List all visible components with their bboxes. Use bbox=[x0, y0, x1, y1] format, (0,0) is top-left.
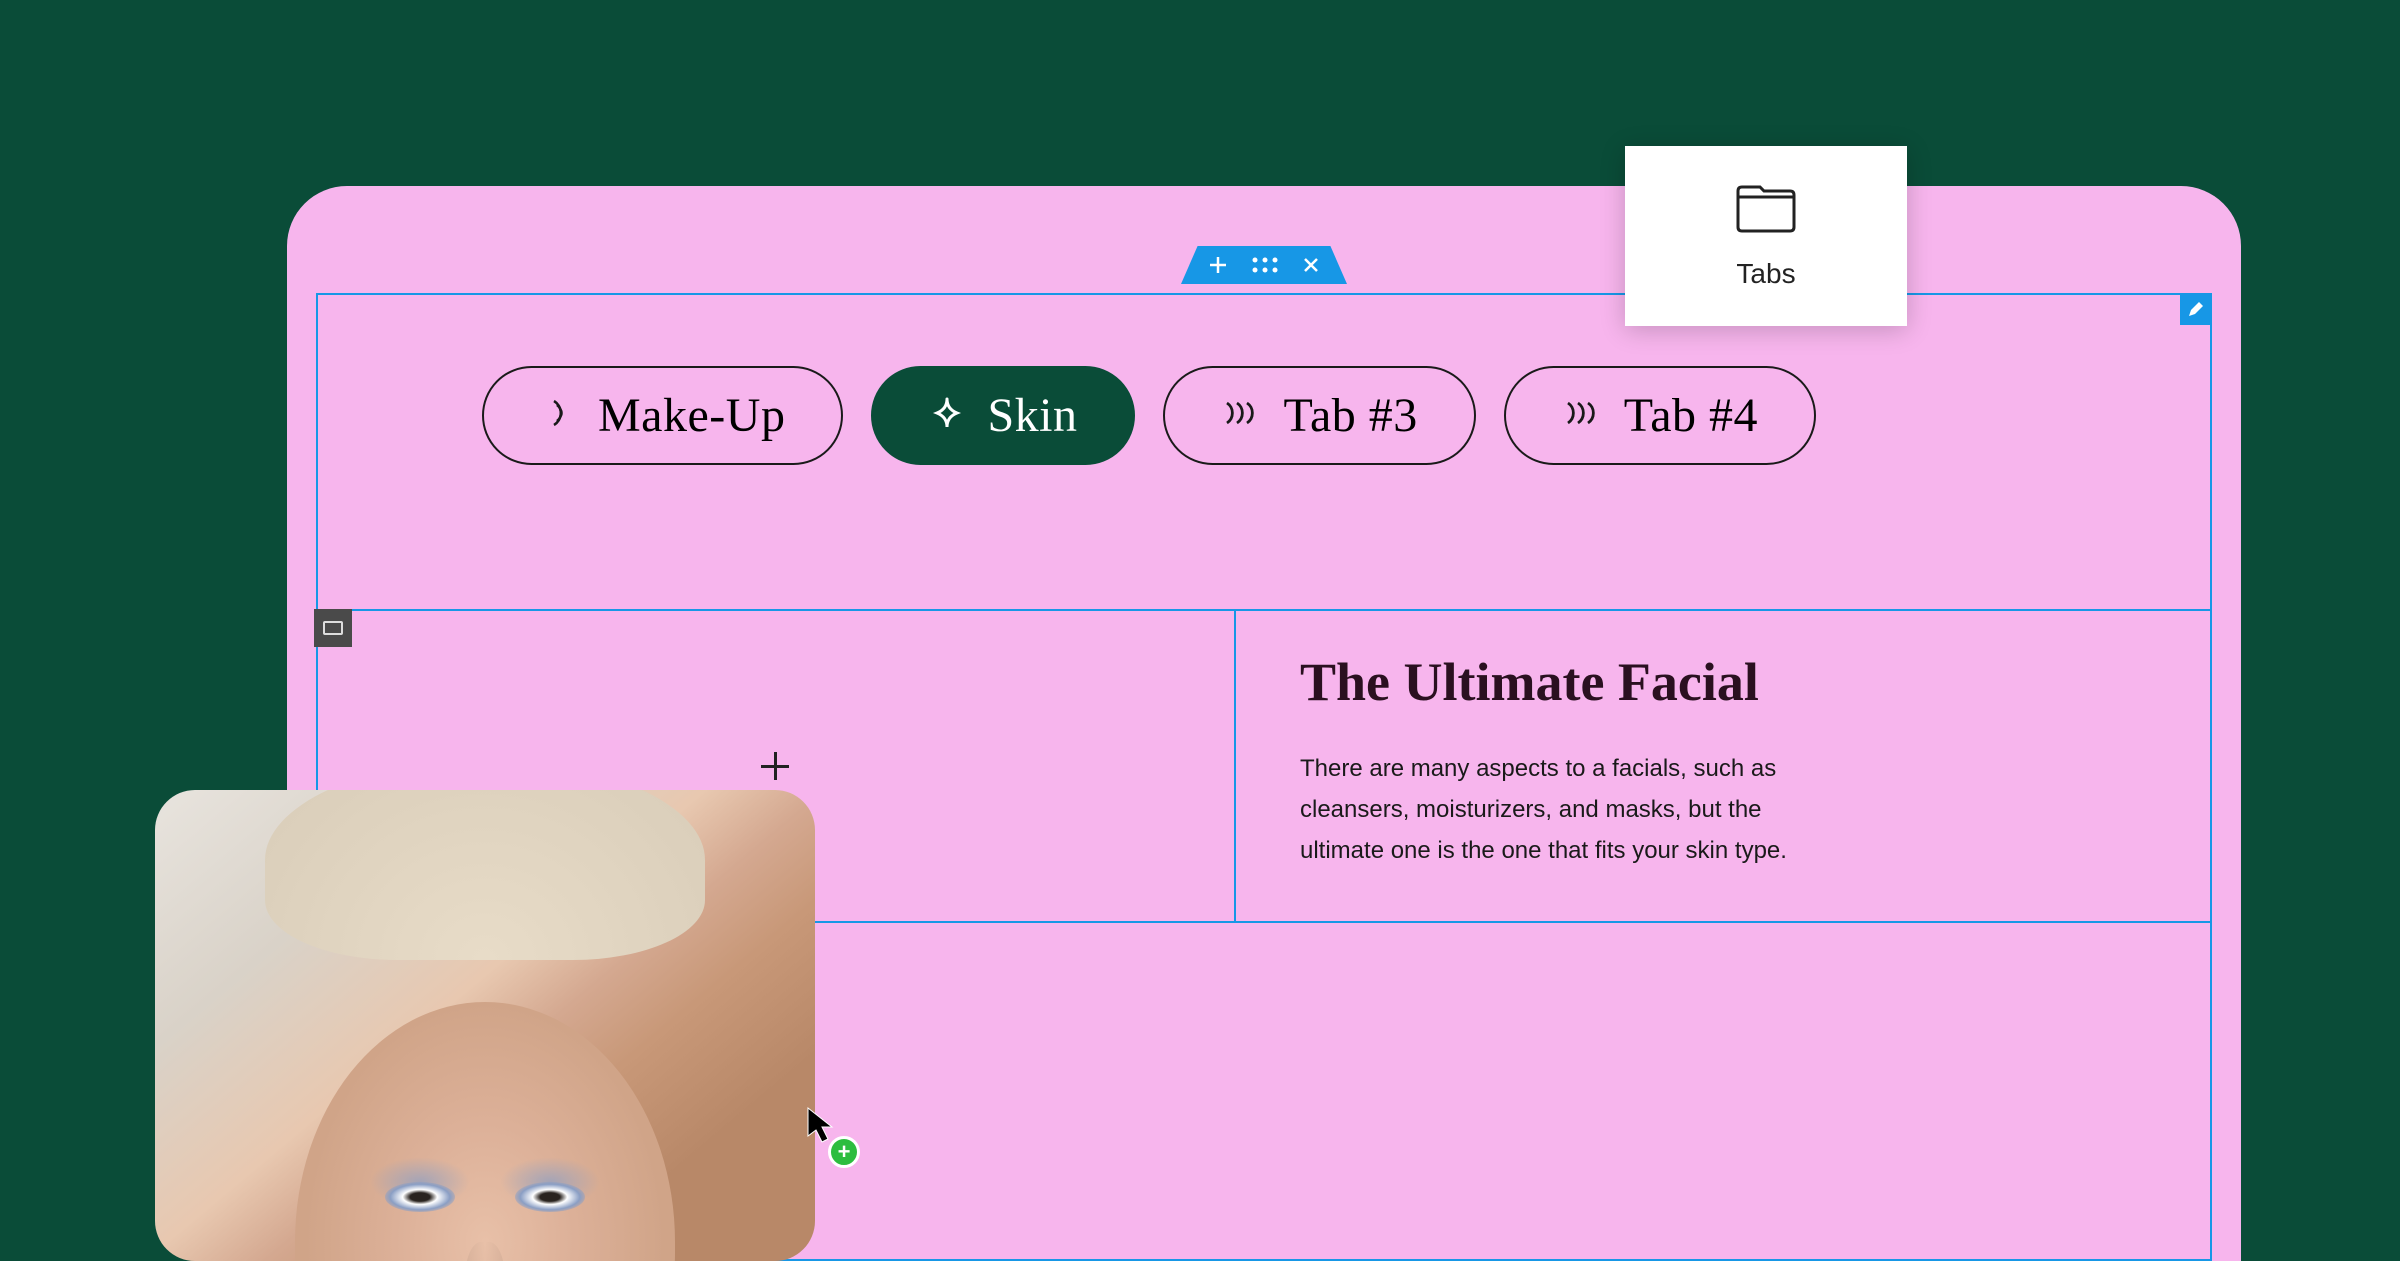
tab-label: Tab #4 bbox=[1624, 388, 1758, 443]
cursor-add-icon: + bbox=[828, 1136, 860, 1168]
add-widget-icon[interactable] bbox=[753, 744, 797, 788]
tab-label: Skin bbox=[987, 388, 1077, 443]
tab-skin[interactable]: Skin bbox=[871, 366, 1135, 465]
edit-section-icon[interactable] bbox=[2180, 293, 2212, 325]
widget-card-label: Tabs bbox=[1736, 258, 1795, 290]
folder-icon bbox=[1734, 183, 1798, 238]
image-drag-preview[interactable] bbox=[155, 790, 815, 1261]
tab-four[interactable]: Tab #4 bbox=[1504, 366, 1816, 465]
waves-icon bbox=[1562, 395, 1602, 437]
radial-icon bbox=[540, 395, 576, 437]
tabs-container: Make-Up Skin Tab #3 bbox=[482, 366, 1816, 465]
waves-icon bbox=[1221, 395, 1261, 437]
add-section-icon[interactable] bbox=[1209, 256, 1227, 274]
tab-label: Make-Up bbox=[598, 388, 785, 443]
tab-label: Tab #3 bbox=[1283, 388, 1417, 443]
column-type-icon bbox=[314, 609, 352, 647]
content-body[interactable]: There are many aspects to a facials, suc… bbox=[1300, 749, 1820, 871]
tab-three[interactable]: Tab #3 bbox=[1163, 366, 1475, 465]
content-heading[interactable]: The Ultimate Facial bbox=[1300, 651, 2148, 713]
close-section-icon[interactable] bbox=[1303, 257, 1319, 273]
tab-makeup[interactable]: Make-Up bbox=[482, 366, 843, 465]
grip-icon[interactable] bbox=[1251, 256, 1279, 274]
text-column[interactable]: The Ultimate Facial There are many aspec… bbox=[1236, 611, 2212, 921]
tabs-widget-card[interactable]: Tabs bbox=[1625, 146, 1907, 326]
drag-cursor: + bbox=[806, 1106, 838, 1151]
sparkle-icon bbox=[929, 395, 965, 437]
section-drag-handle[interactable] bbox=[1181, 246, 1347, 284]
